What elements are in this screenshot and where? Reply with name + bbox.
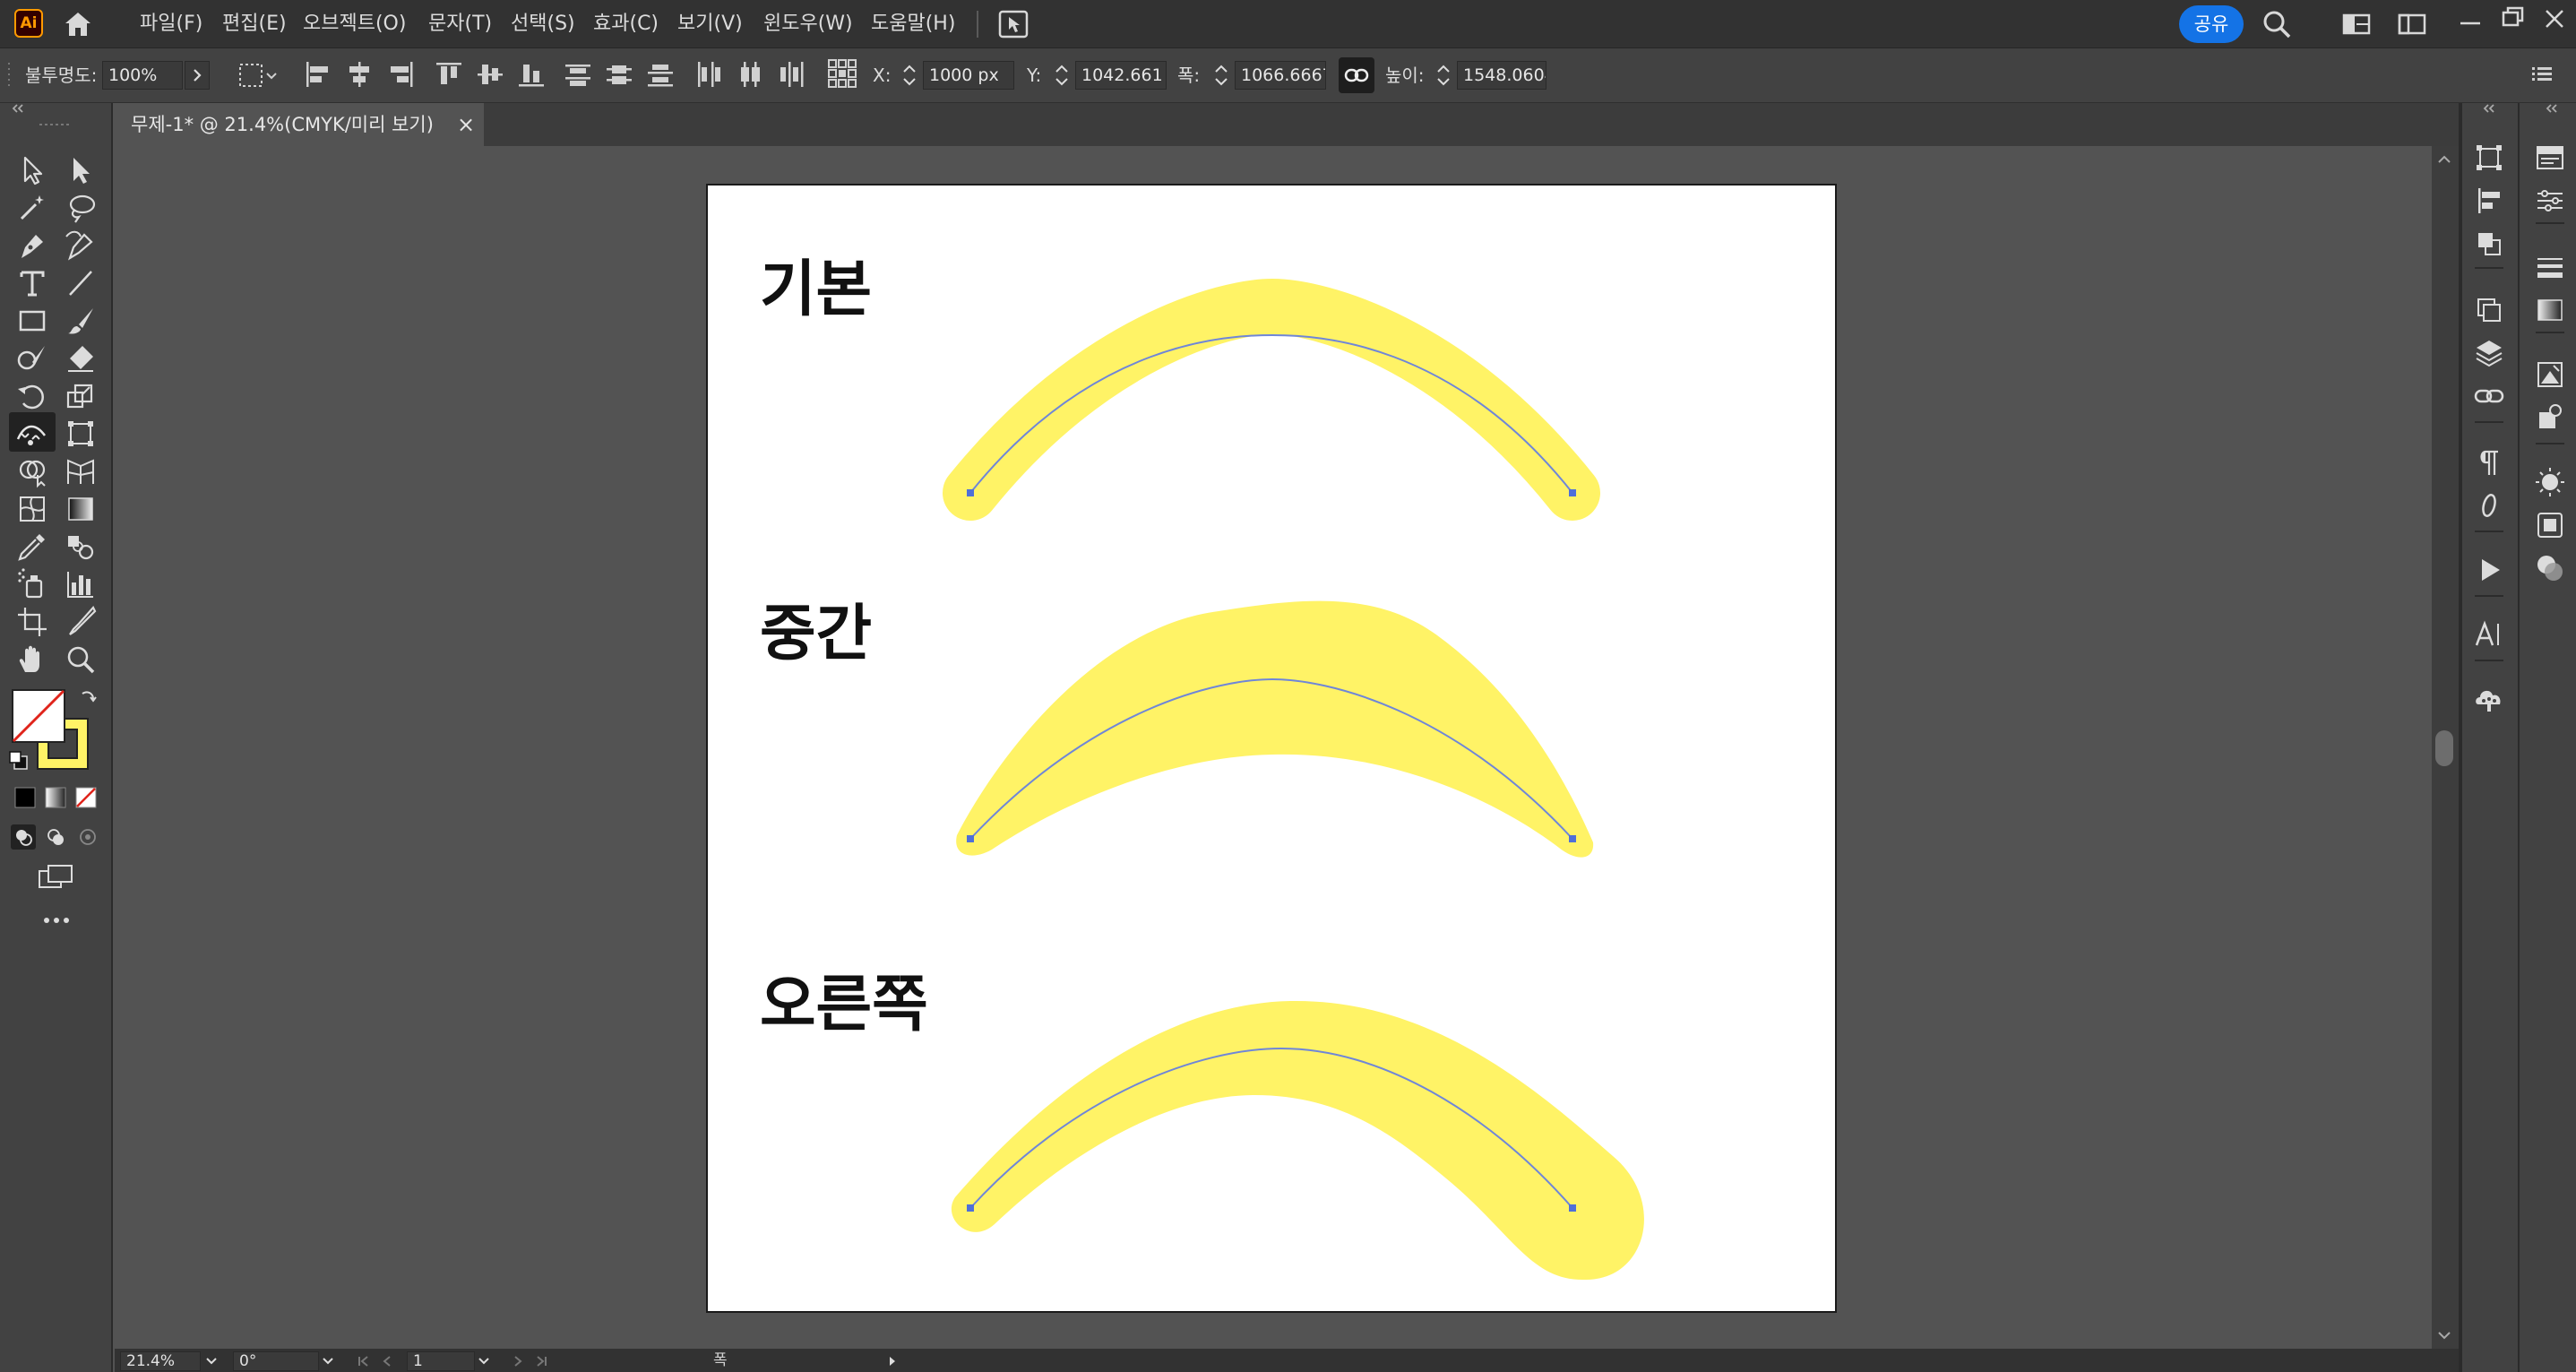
scroll-down-icon[interactable]: [2435, 1328, 2453, 1342]
expand-dock-left-icon[interactable]: [2480, 102, 2498, 115]
anchor-middle-start[interactable]: [967, 835, 974, 842]
next-artboard-icon[interactable]: [509, 1353, 527, 1369]
layers-panel-icon[interactable]: [2471, 335, 2507, 371]
character-styles-panel-icon[interactable]: [2471, 617, 2507, 652]
opentype-panel-icon[interactable]: [2471, 488, 2507, 523]
transform-panel-icon[interactable]: [2471, 140, 2507, 176]
rotation-dropdown-icon[interactable]: [319, 1353, 337, 1369]
image-trace-panel-icon[interactable]: [2532, 357, 2568, 393]
dock-column-divider: [2518, 103, 2520, 1372]
properties-panel-icon[interactable]: [2532, 140, 2568, 176]
scroll-up-icon[interactable]: [2435, 152, 2453, 167]
first-artboard-icon[interactable]: [355, 1353, 373, 1369]
graphic-styles-panel-icon[interactable]: [2532, 507, 2568, 543]
expand-dock-right-icon[interactable]: [2543, 102, 2561, 115]
anchor-default-end[interactable]: [1569, 489, 1576, 496]
actions-panel-icon[interactable]: [2471, 552, 2507, 588]
vertical-scroll-thumb[interactable]: [2435, 730, 2453, 766]
links-panel-icon[interactable]: [2471, 378, 2507, 414]
stroke-panel-icon[interactable]: [2532, 249, 2568, 285]
zoom-field[interactable]: 21.4%: [120, 1351, 201, 1371]
artwork-layer: [943, 278, 1644, 1281]
stroke-right[interactable]: [951, 1000, 1644, 1281]
gradient-panel-icon[interactable]: [2532, 292, 2568, 328]
last-artboard-icon[interactable]: [532, 1353, 550, 1369]
anchor-default-start[interactable]: [967, 489, 974, 496]
anchor-middle-end[interactable]: [1569, 835, 1576, 842]
appearance-panel-icon[interactable]: [2532, 464, 2568, 500]
artboard-dropdown-icon[interactable]: [475, 1353, 493, 1369]
artboard-number-field[interactable]: 1: [407, 1351, 475, 1371]
zoom-dropdown-icon[interactable]: [202, 1353, 220, 1369]
anchor-right-end[interactable]: [1569, 1204, 1576, 1212]
current-tool-name: 폭: [713, 1351, 728, 1369]
previous-artboard-icon[interactable]: [378, 1353, 396, 1369]
paragraph-panel-icon[interactable]: [2471, 444, 2507, 480]
asset-export-panel-icon[interactable]: [2532, 400, 2568, 436]
anchor-right-start[interactable]: [967, 1204, 974, 1212]
adjustments-panel-icon[interactable]: [2532, 183, 2568, 219]
artboards-panel-icon[interactable]: [2471, 292, 2507, 328]
transparency-panel-icon[interactable]: [2532, 550, 2568, 586]
stroke-middle[interactable]: [956, 600, 1594, 858]
rotation-field[interactable]: 0°: [233, 1351, 319, 1371]
pathfinder-panel-icon[interactable]: [2471, 226, 2507, 262]
align-panel-icon[interactable]: [2471, 183, 2507, 219]
status-menu-icon[interactable]: [885, 1353, 900, 1369]
libraries-panel-icon[interactable]: [2471, 681, 2507, 717]
